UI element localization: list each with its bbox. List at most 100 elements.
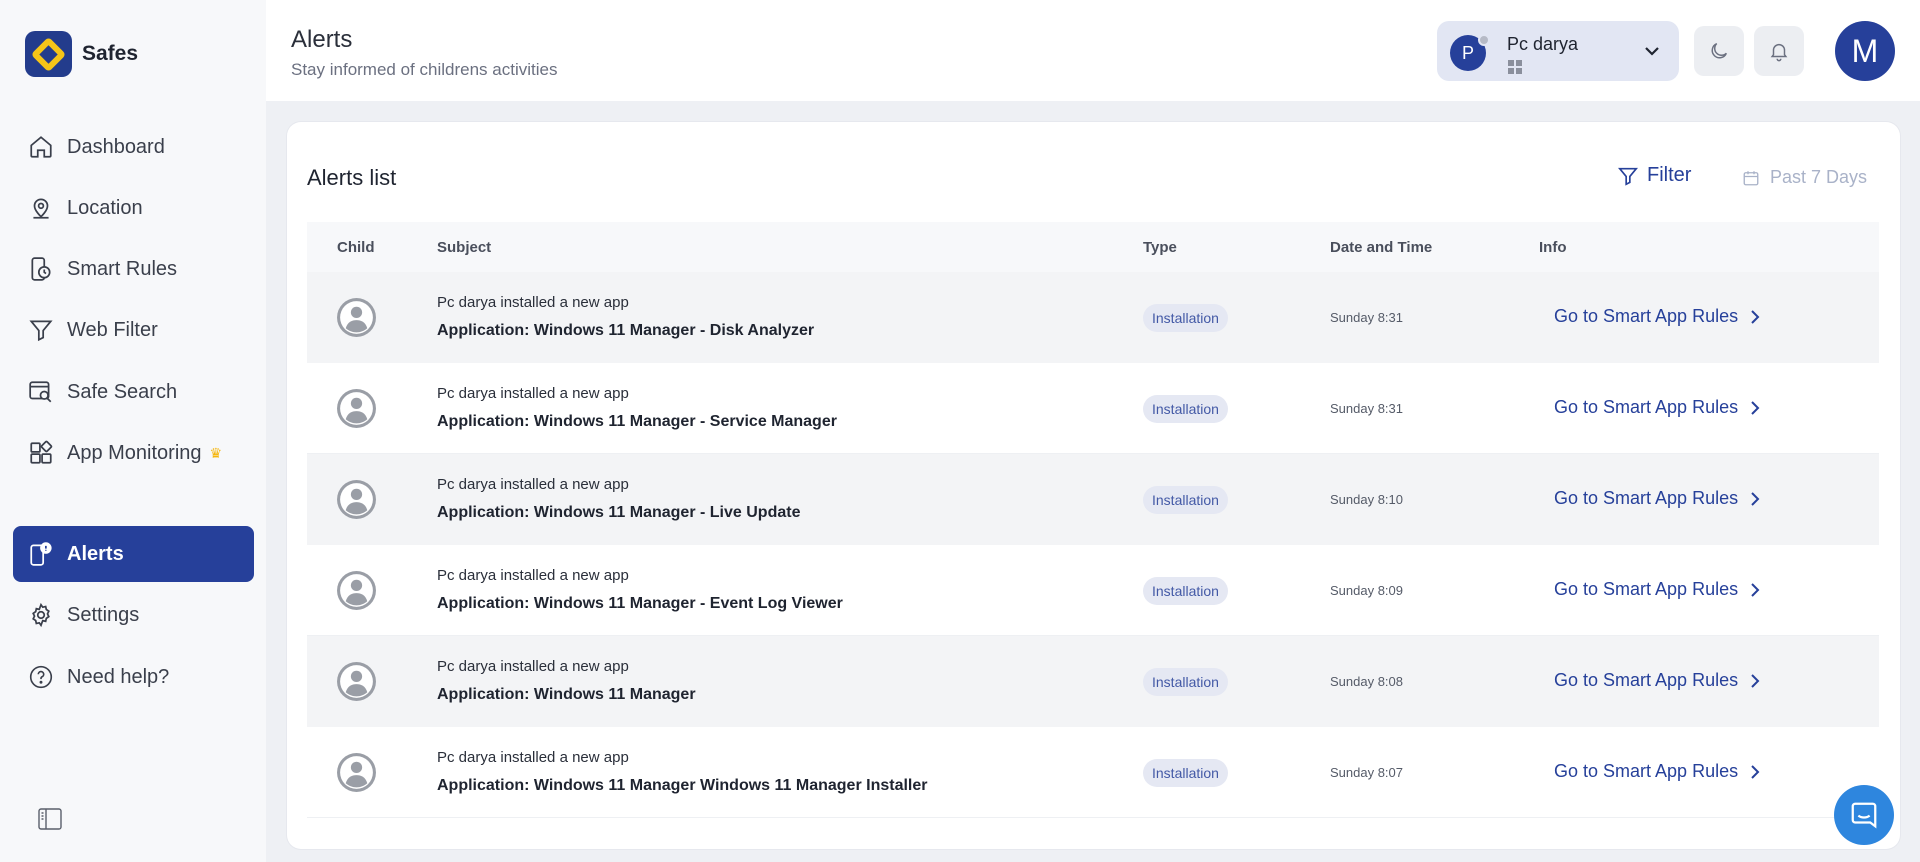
alert-summary: Pc darya installed a new app	[437, 294, 629, 311]
alert-summary: Pc darya installed a new app	[437, 749, 629, 766]
filter-label: Filter	[1647, 164, 1692, 186]
chevron-right-icon	[1751, 673, 1760, 688]
funnel-icon	[27, 316, 55, 344]
alert-application: Application: Windows 11 Manager Windows …	[437, 777, 928, 794]
chevron-down-icon	[1645, 47, 1659, 56]
sidebar-collapse-icon[interactable]	[38, 808, 62, 830]
chat-icon	[1851, 802, 1877, 829]
bell-icon	[1770, 43, 1788, 62]
type-badge: Installation	[1143, 668, 1228, 696]
date-range-label: Past 7 Days	[1770, 167, 1868, 187]
crown-icon: ♛	[209, 444, 223, 461]
brand-name: Safes	[82, 42, 139, 65]
gear-icon	[27, 601, 55, 629]
alert-summary: Pc darya installed a new app	[437, 476, 629, 493]
page-title: Alerts	[291, 26, 353, 53]
column-header-subject: Subject	[437, 239, 492, 256]
link-label: Go to Smart App Rules	[1554, 397, 1739, 417]
smart-app-rules-link[interactable]: Go to Smart App Rules	[1554, 306, 1761, 327]
moon-icon	[1711, 42, 1728, 59]
child-avatar-icon	[337, 571, 376, 610]
search-window-icon	[27, 378, 55, 406]
alert-application: Application: Windows 11 Manager - Disk A…	[437, 322, 815, 339]
link-label: Go to Smart App Rules	[1554, 488, 1739, 508]
sidebar-item-dashboard[interactable]: Dashboard	[13, 119, 254, 175]
device-status-dot	[1478, 34, 1490, 46]
sidebar-item-location[interactable]: Location	[13, 180, 254, 236]
link-label: Go to Smart App Rules	[1554, 670, 1739, 690]
home-icon	[27, 133, 55, 161]
type-badge: Installation	[1143, 486, 1228, 514]
sidebar-item-label: Need help?	[67, 665, 170, 688]
alert-datetime: Sunday 8:31	[1330, 310, 1404, 325]
alerts-card: Alerts list Filter Past 7 Days Child Sub…	[287, 122, 1900, 849]
column-header-child: Child	[337, 239, 375, 256]
alert-summary: Pc darya installed a new app	[437, 658, 629, 675]
sidebar: Safes Dashboard Location Smart Rules Web…	[0, 0, 266, 862]
filter-button[interactable]: Filter	[1617, 164, 1691, 187]
sidebar-item-alerts[interactable]: Alerts	[13, 526, 254, 582]
notifications-button[interactable]	[1754, 26, 1804, 76]
table-row: Pc darya installed a new app Application:…	[307, 363, 1879, 454]
chevron-right-icon	[1751, 309, 1760, 324]
sidebar-item-label: Location	[67, 196, 143, 219]
smart-app-rules-link[interactable]: Go to Smart App Rules	[1554, 761, 1761, 782]
alert-datetime: Sunday 8:31	[1330, 401, 1404, 416]
funnel-icon	[1618, 167, 1638, 186]
sidebar-item-web-filter[interactable]: Web Filter	[13, 302, 254, 358]
device-name: Pc darya	[1507, 34, 1579, 54]
sidebar-item-smart-rules[interactable]: Smart Rules	[13, 241, 254, 297]
alert-application: Application: Windows 11 Manager - Live U…	[437, 504, 801, 521]
table-row: Pc darya installed a new app Application:…	[307, 727, 1879, 818]
location-pin-icon	[27, 194, 55, 222]
alert-summary: Pc darya installed a new app	[437, 567, 629, 584]
card-title: Alerts list	[307, 165, 397, 190]
smart-app-rules-link[interactable]: Go to Smart App Rules	[1554, 397, 1761, 418]
column-header-info: Info	[1539, 239, 1567, 256]
column-header-date-time: Date and Time	[1330, 239, 1433, 256]
child-avatar-icon	[337, 480, 376, 519]
smart-app-rules-link[interactable]: Go to Smart App Rules	[1554, 488, 1761, 509]
child-avatar-icon	[337, 753, 376, 792]
smart-app-rules-link[interactable]: Go to Smart App Rules	[1554, 670, 1761, 691]
child-avatar-icon	[337, 298, 376, 337]
sidebar-item-app-monitoring[interactable]: App Monitoring ♛	[13, 425, 254, 481]
child-avatar-icon	[337, 662, 376, 701]
sidebar-item-label: App Monitoring	[67, 441, 202, 464]
sidebar-item-label: Smart Rules	[67, 257, 178, 280]
alert-datetime: Sunday 8:10	[1330, 492, 1404, 507]
chevron-right-icon	[1751, 491, 1760, 506]
alert-datetime: Sunday 8:07	[1330, 765, 1404, 780]
table-row: Pc darya installed a new app Application:…	[307, 272, 1879, 363]
page-subtitle: Stay informed of childrens activities	[291, 60, 558, 79]
sidebar-item-label: Web Filter	[67, 318, 158, 341]
windows-icon	[1508, 60, 1522, 74]
chevron-right-icon	[1751, 400, 1760, 415]
date-range-picker[interactable]: Past 7 Days	[1742, 167, 1867, 188]
column-header-type: Type	[1143, 239, 1177, 256]
sidebar-item-label: Alerts	[67, 542, 124, 565]
sidebar-item-safe-search[interactable]: Safe Search	[13, 364, 254, 420]
chat-support-button[interactable]	[1834, 785, 1894, 845]
sidebar-item-label: Dashboard	[67, 135, 165, 158]
calendar-icon	[1743, 170, 1759, 185]
sidebar-item-settings[interactable]: Settings	[13, 587, 254, 643]
type-badge: Installation	[1143, 759, 1228, 787]
table-row: Pc darya installed a new app Application:…	[307, 454, 1879, 545]
table-row: Pc darya installed a new app Application:…	[307, 545, 1879, 636]
sidebar-item-help[interactable]: Need help?	[13, 649, 254, 705]
smart-app-rules-link[interactable]: Go to Smart App Rules	[1554, 579, 1761, 600]
brand-logo[interactable]: Safes	[25, 31, 138, 77]
type-badge: Installation	[1143, 395, 1228, 423]
link-label: Go to Smart App Rules	[1554, 761, 1739, 781]
safes-logo-icon	[25, 31, 72, 77]
child-avatar-icon	[337, 389, 376, 428]
alert-datetime: Sunday 8:08	[1330, 674, 1404, 689]
apps-grid-icon	[27, 439, 55, 467]
profile-avatar[interactable]: M	[1835, 21, 1895, 81]
alert-application: Application: Windows 11 Manager	[437, 686, 696, 703]
alert-application: Application: Windows 11 Manager - Event …	[437, 595, 843, 612]
device-selector[interactable]: P Pc darya	[1437, 21, 1679, 81]
dark-mode-button[interactable]	[1694, 26, 1744, 76]
sidebar-item-label: Settings	[67, 603, 140, 626]
